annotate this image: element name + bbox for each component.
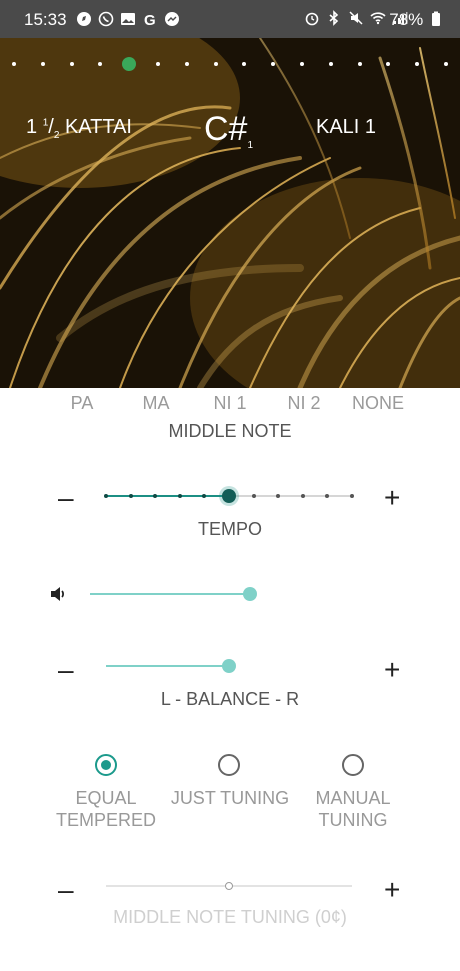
tempo-plus-button[interactable]: + [384,484,400,512]
battery-percent: 78% [389,10,424,29]
page-dot[interactable] [156,62,160,66]
drone-label: 1 1/2 KATTAI [26,116,132,141]
kali-label: KALI 1 [316,116,377,138]
middle-note-option-none[interactable]: NONE [352,393,404,414]
page-dot[interactable] [213,62,218,66]
tempo-tick [325,494,330,498]
background-image-carousel[interactable]: 1 1/2 KATTAI C#1 KALI 1 [0,38,460,388]
tempo-tick [202,494,207,498]
volume-fill [90,593,250,595]
page-dot[interactable] [40,62,45,66]
manual-tuning-radio[interactable] [342,754,364,776]
alarm-icon [304,10,320,26]
middle-note-option-pa[interactable]: PA [71,393,94,414]
page-dot[interactable] [12,62,16,66]
key-label: C#1 [204,110,254,151]
page-dot[interactable] [300,62,304,66]
page-dot[interactable] [271,62,276,66]
tempo-label: TEMPO [197,519,262,539]
tempo-tick [128,494,133,498]
volume-slider[interactable] [90,584,257,604]
middle-note-option-ni2[interactable]: NI 2 [287,393,320,414]
page-dot-active[interactable] [122,57,137,71]
whatsapp-icon [98,11,114,27]
mute-icon [348,10,364,26]
messenger-icon [164,11,180,27]
middle-note-label: MIDDLE NOTE [168,421,292,441]
tuning-plus-button[interactable]: + [384,876,400,904]
tempo-thumb[interactable] [222,489,236,503]
middle-note-option-ni1[interactable]: NI 1 [213,393,246,414]
compass-icon [76,11,92,27]
balance-label: L - BALANCE - R [160,689,300,709]
tempo-tick [276,494,281,498]
page-dot[interactable] [357,62,362,66]
balance-thumb[interactable] [222,659,236,673]
bluetooth-icon [326,10,342,26]
page-indicator[interactable] [0,56,460,72]
speaker-icon [48,584,68,604]
tuning-minus-button[interactable]: – [58,876,74,904]
balance-plus-button[interactable]: + [384,656,400,684]
page-dot[interactable] [415,62,420,66]
tempo-minus-button[interactable]: – [58,484,74,512]
gallery-icon [120,11,136,27]
middle-note-tuning-label: MIDDLE NOTE TUNING (0¢) [113,907,347,927]
tuning-thumb[interactable] [225,882,233,890]
tempo-rest [229,495,352,497]
page-dot[interactable] [242,62,247,66]
tempo-tick [300,494,305,498]
golden-light-streaks-image [0,38,460,388]
page-dot[interactable] [328,62,333,66]
middle-note-selector: PA MA NI 1 NI 2 NONE [0,393,460,417]
page-dot[interactable] [98,62,103,66]
battery-status: 78% [389,10,444,30]
volume-thumb[interactable] [243,587,257,601]
page-dot[interactable] [184,62,189,66]
page-dot[interactable] [444,62,448,66]
status-bar: 15:33 G 78% [0,0,460,38]
tempo-slider[interactable] [104,486,354,506]
tempo-tick [350,494,354,498]
tempo-tick [177,494,182,498]
equal-tempered-radio[interactable] [95,754,117,776]
balance-slider[interactable] [106,656,352,676]
middle-note-tuning-slider[interactable] [106,876,352,896]
just-tuning-radio[interactable] [218,754,240,776]
balance-minus-button[interactable]: – [58,656,74,684]
svg-text:G: G [144,12,156,27]
notification-icons: G [76,11,180,29]
tempo-tick [104,494,108,498]
battery-icon [428,11,444,27]
wifi-icon [370,10,386,26]
manual-tuning-label[interactable]: MANUAL TUNING [283,787,423,831]
tempo-fill [106,495,229,497]
balance-fill [106,665,229,667]
middle-note-option-ma[interactable]: MA [143,393,170,414]
page-dot[interactable] [386,62,391,66]
google-icon: G [142,11,158,29]
tempo-tick [251,494,256,498]
status-time: 15:33 [24,10,67,29]
tempo-tick [153,494,158,498]
page-dot[interactable] [69,62,74,66]
